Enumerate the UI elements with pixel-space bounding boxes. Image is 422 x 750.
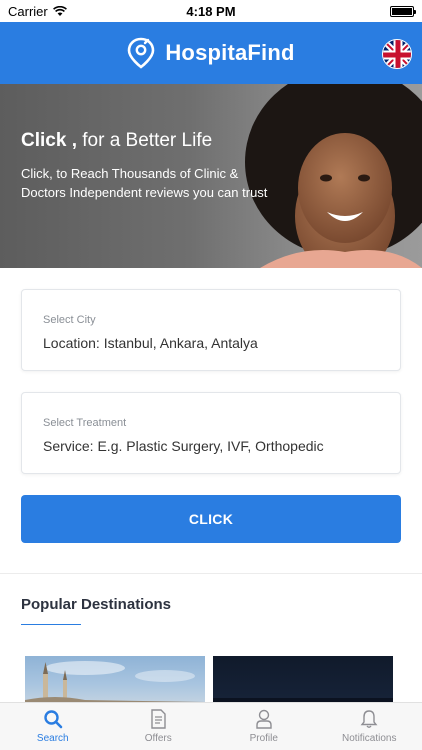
tab-offers[interactable]: Offers [106, 703, 212, 750]
tab-notifications-label: Notifications [342, 733, 397, 744]
search-icon [44, 710, 63, 729]
uk-flag-icon[interactable] [382, 39, 412, 69]
app-header: HospitaFind [0, 22, 422, 84]
tab-profile[interactable]: Profile [211, 703, 317, 750]
document-icon [151, 709, 166, 729]
status-left: Carrier [8, 4, 67, 19]
tab-search[interactable]: Search [0, 703, 106, 750]
select-city-field[interactable]: Select City Location: Istanbul, Ankara, … [21, 289, 401, 371]
bottom-tab-bar: Search Offers Profile Notifications [0, 702, 422, 750]
hero-subtitle: Click, to Reach Thousands of Clinic & Do… [21, 166, 268, 200]
select-treatment-label: Select Treatment [43, 417, 127, 429]
select-city-label: Select City [43, 314, 96, 326]
destination-card[interactable] [25, 656, 205, 708]
app-name: HospitaFind [165, 40, 295, 65]
night-city-photo [213, 698, 393, 708]
hero-title-rest: for a Better Life [76, 130, 213, 151]
section-title-underline [21, 624, 81, 625]
destination-card[interactable] [213, 656, 393, 708]
select-city-value: Location: Istanbul, Ankara, Antalya [43, 335, 258, 351]
section-divider [0, 573, 422, 574]
popular-destinations-title: Popular Destinations [21, 596, 172, 613]
location-pin-logo-icon [128, 37, 155, 69]
wifi-icon [52, 5, 67, 16]
tab-search-label: Search [36, 733, 69, 744]
app-logo: HospitaFind [127, 37, 294, 69]
hero-banner: Click , for a Better Life Click, to Reac… [0, 84, 422, 268]
tab-notifications[interactable]: Notifications [317, 703, 422, 750]
status-bar: Carrier 4:18 PM [0, 0, 422, 22]
click-button[interactable]: CLICK [21, 495, 401, 543]
bell-icon [360, 710, 378, 728]
hero-title: Click , for a Better Life [21, 130, 212, 152]
select-treatment-value: Service: E.g. Plastic Surgery, IVF, Orth… [43, 438, 324, 454]
tab-profile-label: Profile [249, 733, 278, 744]
carrier-label: Carrier [8, 3, 48, 19]
battery-icon [390, 5, 416, 17]
mosque-minaret-photo [25, 661, 205, 708]
user-icon [256, 709, 272, 729]
tab-offers-label: Offers [144, 733, 172, 744]
select-treatment-field[interactable]: Select Treatment Service: E.g. Plastic S… [21, 392, 401, 474]
hero-title-bold: Click , [21, 130, 77, 151]
